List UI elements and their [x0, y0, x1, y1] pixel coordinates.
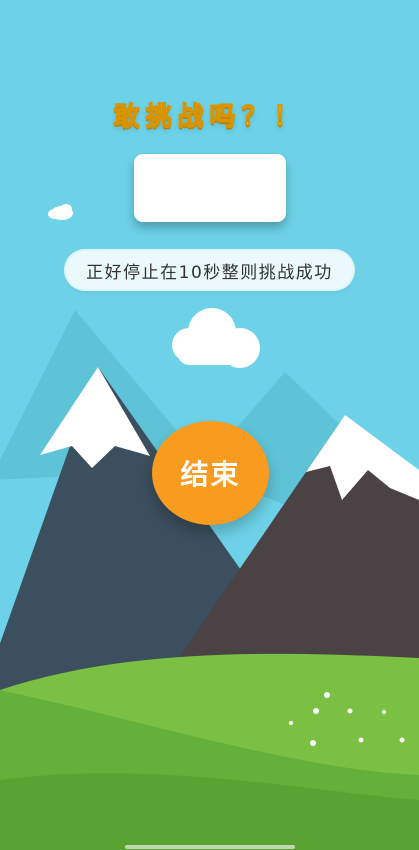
timer-display [134, 154, 286, 222]
challenge-hint: 正好停止在10秒整则挑战成功 [66, 251, 353, 289]
challenge-title: 敢挑战吗？！ [113, 101, 306, 132]
game-screen: 敢挑战吗？！ 正好停止在10秒整则挑战成功 结束 [0, 0, 419, 850]
big-cloud [172, 308, 260, 368]
small-cloud [48, 204, 73, 220]
home-indicator [125, 845, 295, 849]
end-button[interactable]: 结束 [152, 421, 269, 525]
